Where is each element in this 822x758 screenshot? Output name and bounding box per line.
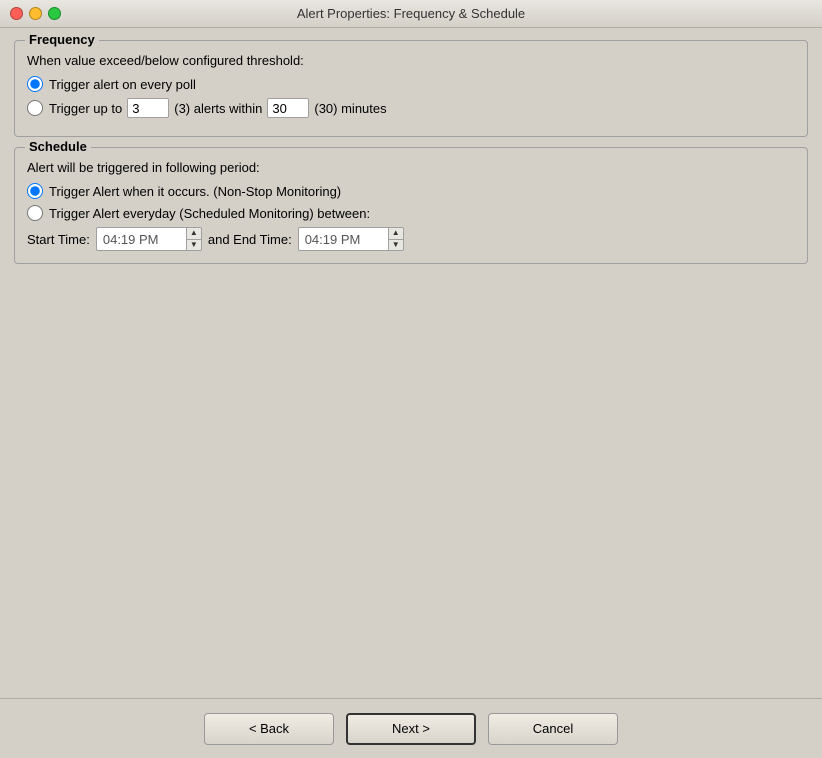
start-time-down-button[interactable]: ▼: [187, 240, 201, 251]
trigger-nonstop-label[interactable]: Trigger Alert when it occurs. (Non-Stop …: [49, 184, 341, 199]
end-time-up-button[interactable]: ▲: [389, 228, 403, 240]
end-time-input[interactable]: [298, 227, 388, 251]
title-bar: Alert Properties: Frequency & Schedule: [0, 0, 822, 28]
trigger-upto-label[interactable]: Trigger up to (3) alerts within (30) min…: [49, 98, 387, 118]
end-time-down-button[interactable]: ▼: [389, 240, 403, 251]
trigger-scheduled-radio[interactable]: [27, 205, 43, 221]
trigger-nonstop-radio[interactable]: [27, 183, 43, 199]
close-button[interactable]: [10, 7, 23, 20]
start-time-spinner[interactable]: ▲ ▼: [186, 227, 202, 251]
schedule-description: Alert will be triggered in following per…: [27, 160, 795, 175]
frequency-every-poll-row: Trigger alert on every poll: [27, 76, 795, 92]
main-content: Frequency When value exceed/below config…: [0, 28, 822, 698]
frequency-description: When value exceed/below configured thres…: [27, 53, 795, 68]
start-time-up-button[interactable]: ▲: [187, 228, 201, 240]
end-time-spinner[interactable]: ▲ ▼: [388, 227, 404, 251]
end-time-label: and End Time:: [208, 232, 292, 247]
window-controls[interactable]: [10, 7, 61, 20]
minutes-count-input[interactable]: [267, 98, 309, 118]
start-time-wrap: ▲ ▼: [96, 227, 202, 251]
start-time-input[interactable]: [96, 227, 186, 251]
frequency-content: When value exceed/below configured thres…: [27, 53, 795, 118]
frequency-group: Frequency When value exceed/below config…: [14, 40, 808, 137]
schedule-content: Alert will be triggered in following per…: [27, 160, 795, 251]
schedule-scheduled-row: Trigger Alert everyday (Scheduled Monito…: [27, 205, 795, 221]
frequency-upto-row: Trigger up to (3) alerts within (30) min…: [27, 98, 795, 118]
cancel-button[interactable]: Cancel: [488, 713, 618, 745]
window-title: Alert Properties: Frequency & Schedule: [297, 6, 525, 21]
start-time-label: Start Time:: [27, 232, 90, 247]
schedule-title: Schedule: [25, 139, 91, 154]
end-time-wrap: ▲ ▼: [298, 227, 404, 251]
minimize-button[interactable]: [29, 7, 42, 20]
schedule-nonstop-row: Trigger Alert when it occurs. (Non-Stop …: [27, 183, 795, 199]
time-row: Start Time: ▲ ▼ and End Time: ▲ ▼: [27, 227, 795, 251]
alerts-count-input[interactable]: [127, 98, 169, 118]
trigger-every-poll-radio[interactable]: [27, 76, 43, 92]
next-button[interactable]: Next >: [346, 713, 476, 745]
bottom-bar: < Back Next > Cancel: [0, 698, 822, 758]
maximize-button[interactable]: [48, 7, 61, 20]
schedule-group: Schedule Alert will be triggered in foll…: [14, 147, 808, 264]
back-button[interactable]: < Back: [204, 713, 334, 745]
trigger-scheduled-label[interactable]: Trigger Alert everyday (Scheduled Monito…: [49, 206, 370, 221]
frequency-title: Frequency: [25, 32, 99, 47]
trigger-every-poll-label[interactable]: Trigger alert on every poll: [49, 77, 196, 92]
trigger-upto-radio[interactable]: [27, 100, 43, 116]
